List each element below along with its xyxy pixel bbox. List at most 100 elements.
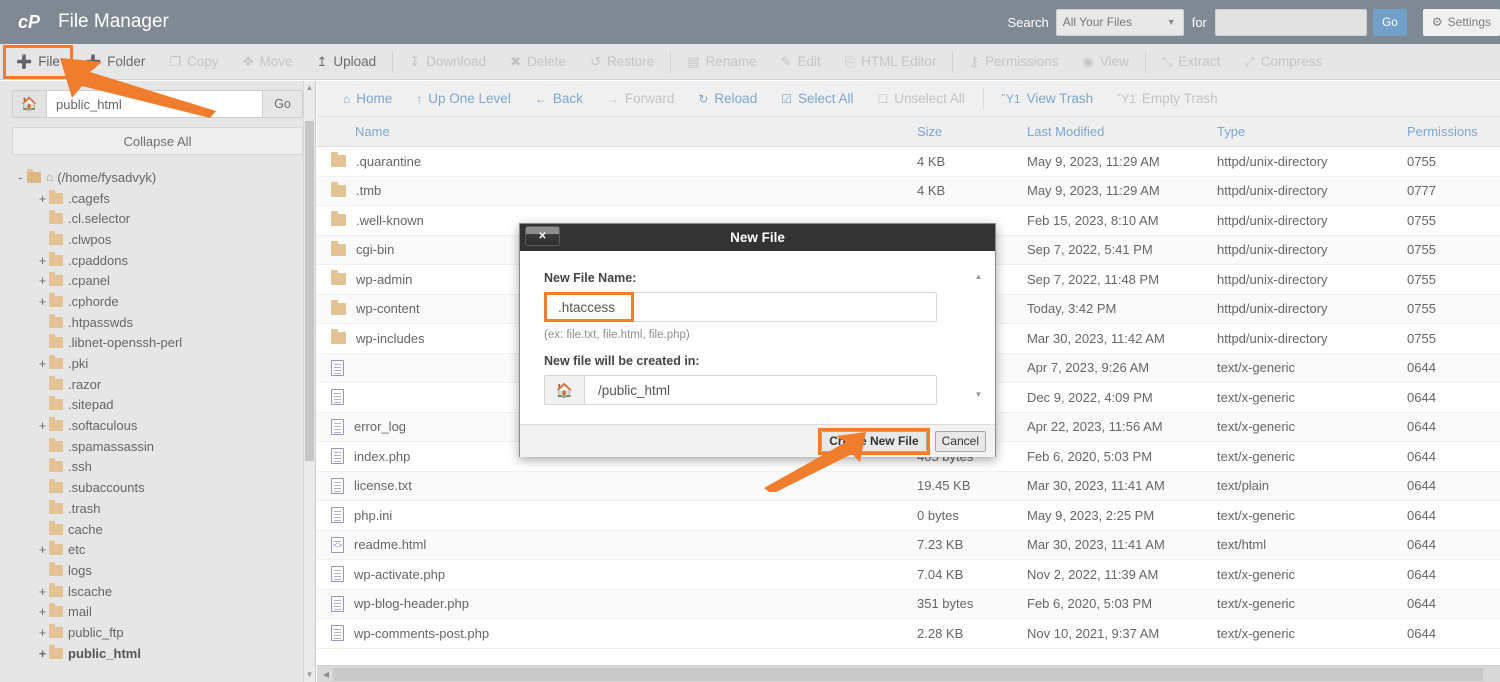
tree-item-.razor[interactable]: .razor — [0, 374, 315, 395]
tree-item-logs[interactable]: logs — [0, 560, 315, 581]
table-row[interactable]: <> readme.html 7.23 KB Mar 30, 2023, 11:41 … — [317, 530, 1500, 560]
nav-button-label: Up One Level — [428, 91, 511, 106]
search-input[interactable] — [1214, 8, 1367, 36]
tree-item-.trash[interactable]: .trash — [0, 498, 315, 519]
nav-button-up-one-level[interactable]: ↑ Up One Level — [404, 81, 523, 117]
destination-path-input[interactable]: /public_html — [584, 375, 937, 405]
new-file-name-input[interactable]: .htaccess — [544, 292, 937, 322]
expand-icon[interactable]: + — [36, 646, 49, 661]
tree-item-.clwpos[interactable]: .clwpos — [0, 229, 315, 250]
toolbar-separator — [1144, 50, 1146, 73]
tree-item-.htpasswds[interactable]: .htpasswds — [0, 312, 315, 333]
column-header-name[interactable]: Name — [317, 124, 917, 139]
tree-item-.cpaddons[interactable]: + .cpaddons — [0, 250, 315, 271]
tree-item-.cl.selector[interactable]: .cl.selector — [0, 208, 315, 229]
toolbar-button-file[interactable]: ➕ File — [3, 44, 73, 79]
tree-item-cache[interactable]: cache — [0, 519, 315, 540]
horizontal-scrollbar[interactable]: ◀ — [317, 665, 1500, 682]
tree-item-.cpanel[interactable]: + .cpanel — [0, 270, 315, 291]
column-header-permissions[interactable]: Permissions — [1407, 124, 1497, 139]
horizontal-scroll-thumb[interactable] — [333, 668, 1483, 681]
settings-button[interactable]: ⚙ Settings — [1422, 8, 1500, 36]
expand-icon[interactable]: + — [36, 191, 49, 206]
toolbar-button-extract: ⤡ Extract — [1150, 44, 1232, 80]
home-icon[interactable]: 🏠 — [12, 90, 46, 118]
checkbox-checked-icon: ☑ — [781, 91, 792, 106]
table-row[interactable]: wp-comments-post.php 2.28 KB Nov 10, 2021,… — [317, 619, 1500, 649]
expand-icon[interactable]: + — [36, 356, 49, 371]
expand-icon[interactable]: + — [36, 584, 49, 599]
nav-button-label: View Trash — [1026, 91, 1094, 106]
nav-button-home[interactable]: ⌂ Home — [331, 81, 404, 117]
sidebar-go-button[interactable]: Go — [263, 90, 303, 118]
toolbar-button-folder[interactable]: ➕ Folder — [73, 44, 157, 80]
nav-button-reload[interactable]: ↻ Reload — [686, 81, 769, 117]
scroll-left-icon[interactable]: ◀ — [320, 668, 332, 681]
sidebar-scroll-thumb[interactable] — [305, 121, 314, 461]
sidebar-scrollbar[interactable]: ▲ ▼ — [303, 81, 315, 682]
nav-button-back[interactable]: ← Back — [523, 81, 595, 117]
tree-item-public_ftp[interactable]: + public_ftp — [0, 622, 315, 643]
home-icon[interactable]: 🏠 — [544, 375, 584, 405]
scroll-up-icon[interactable]: ▲ — [972, 271, 985, 283]
tree-item-.softaculous[interactable]: + .softaculous — [0, 415, 315, 436]
cancel-button[interactable]: Cancel — [934, 430, 986, 452]
svg-text:c: c — [18, 12, 28, 32]
tree-item-.libnet-openssh-perl[interactable]: .libnet-openssh-perl — [0, 333, 315, 354]
table-row[interactable]: wp-blog-header.php 351 bytes Feb 6, 2020, … — [317, 589, 1500, 619]
column-header-last-modified[interactable]: Last Modified — [1027, 124, 1217, 139]
file-name-label: wp-activate.php — [354, 566, 446, 582]
tree-item-mail[interactable]: + mail — [0, 601, 315, 622]
table-row[interactable]: wp-activate.php 7.04 KB Nov 2, 2022, 11:39… — [317, 560, 1500, 590]
create-new-file-button[interactable]: Create New File — [818, 427, 930, 455]
tree-item-lscache[interactable]: + lscache — [0, 581, 315, 602]
expand-icon[interactable]: + — [36, 294, 49, 309]
table-row[interactable]: php.ini 0 bytes May 9, 2023, 2:25 PM text/x… — [317, 501, 1500, 531]
search-scope-select[interactable]: All Your Files ▼ — [1055, 8, 1184, 36]
tree-item-.cagefs[interactable]: + .cagefs — [0, 188, 315, 209]
expand-icon[interactable]: + — [36, 542, 49, 557]
expand-icon[interactable]: + — [36, 604, 49, 619]
tree-item-.cphorde[interactable]: + .cphorde — [0, 291, 315, 312]
scroll-down-icon[interactable]: ▼ — [972, 389, 985, 401]
scroll-up-icon[interactable]: ▲ — [305, 83, 314, 93]
cell-permissions: 0644 — [1407, 419, 1436, 435]
close-icon[interactable]: ✕ — [525, 226, 560, 246]
table-row[interactable]: .quarantine 4 KB May 9, 2023, 11:29 AM http… — [317, 147, 1500, 177]
collapse-icon[interactable]: - — [14, 170, 27, 185]
toolbar-button-upload[interactable]: ↥ Upload — [305, 44, 389, 80]
search-scope-value: All Your Files — [1062, 15, 1133, 29]
sidebar-path-input[interactable]: public_html — [46, 90, 263, 118]
expand-icon[interactable]: + — [36, 273, 49, 288]
expand-icon[interactable]: + — [36, 625, 49, 640]
search-go-button[interactable]: Go — [1372, 8, 1407, 36]
tree-item-.spamassassin[interactable]: .spamassassin — [0, 436, 315, 457]
tree-item-.subaccounts[interactable]: .subaccounts — [0, 477, 315, 498]
tree-item-label: .cpanel — [68, 273, 110, 289]
tree-item-.pki[interactable]: + .pki — [0, 353, 315, 374]
table-row[interactable]: .tmb 4 KB May 9, 2023, 11:29 AM httpd/unix-… — [317, 176, 1500, 206]
nav-button-select-all[interactable]: ☑ Select All — [769, 81, 865, 117]
folder-icon — [331, 270, 346, 286]
tree-item-homefysadvyk[interactable]: - ⌂ (/home/fysadvyk) — [0, 167, 315, 188]
key-icon: ⚷ — [969, 54, 979, 69]
column-header-size[interactable]: Size — [917, 124, 1027, 139]
cell-type: httpd/unix-directory — [1217, 153, 1328, 169]
expand-icon[interactable]: + — [36, 253, 49, 268]
tree-item-.sitepad[interactable]: .sitepad — [0, 395, 315, 416]
toolbar-button-label: Move — [259, 54, 293, 69]
scroll-down-icon[interactable]: ▼ — [305, 670, 314, 680]
collapse-all-button[interactable]: Collapse All — [12, 127, 303, 155]
folder-icon — [49, 561, 63, 576]
column-header-type[interactable]: Type — [1217, 124, 1407, 139]
nav-button-view-trash[interactable]: Ὕ1 View Trash — [990, 81, 1105, 117]
tree-item-etc[interactable]: + etc — [0, 539, 315, 560]
file-icon — [331, 625, 344, 642]
tree-item-.ssh[interactable]: .ssh — [0, 457, 315, 478]
tree-item-public_html[interactable]: + public_html — [0, 643, 315, 664]
cell-name: .quarantine — [317, 152, 917, 169]
expand-icon[interactable]: + — [36, 418, 49, 433]
table-row[interactable]: license.txt 19.45 KB Mar 30, 2023, 11:41 A… — [317, 471, 1500, 501]
folder-icon — [49, 437, 63, 452]
dialog-scrollbar[interactable]: ▲ ▼ — [972, 271, 985, 401]
